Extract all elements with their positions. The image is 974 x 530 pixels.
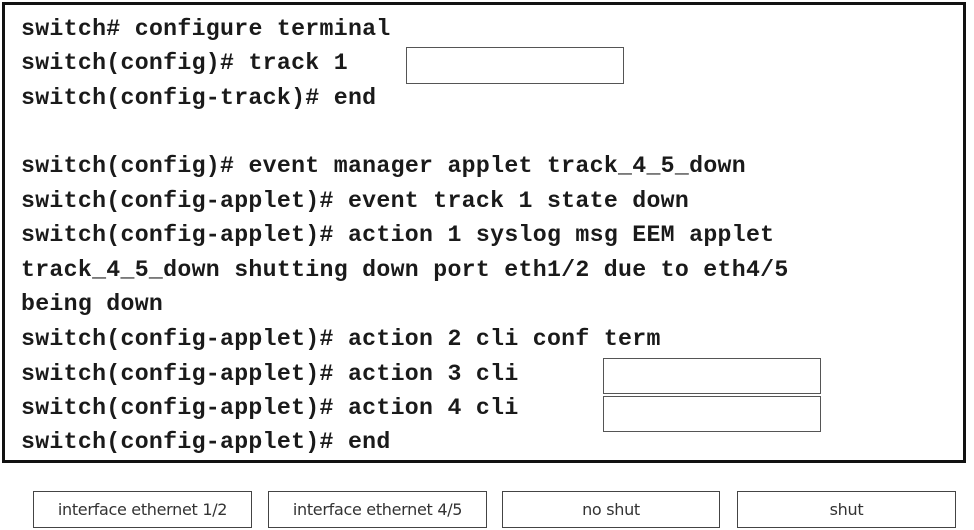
config-line: switch(config-applet)# action 3 cli <box>21 360 519 388</box>
command: being down <box>21 291 164 317</box>
choice-interface-ethernet-1-2[interactable]: interface ethernet 1/2 <box>33 491 252 528</box>
command: event track 1 state down <box>347 188 690 214</box>
config-line: switch(config-applet)# end <box>21 428 391 456</box>
drop-target-track-1[interactable] <box>406 47 624 84</box>
command: action 3 cli <box>347 361 519 387</box>
prompt: switch(config-track)# <box>21 85 320 111</box>
command: action 2 cli conf term <box>347 326 661 352</box>
config-line: switch(config)# track 1 <box>21 49 348 77</box>
config-line: switch(config-applet)# action 1 syslog m… <box>21 221 774 249</box>
command: configure terminal <box>134 16 391 42</box>
prompt: switch(config-applet)# <box>21 188 334 214</box>
command: action 1 syslog msg EEM applet <box>347 222 775 248</box>
command: action 4 cli <box>347 395 519 421</box>
prompt: switch(config-applet)# <box>21 361 334 387</box>
prompt: switch(config)# <box>21 153 235 179</box>
drop-target-action-3[interactable] <box>603 358 821 394</box>
config-line: switch# configure terminal <box>21 15 391 43</box>
config-line: switch(config-applet)# event track 1 sta… <box>21 187 689 215</box>
drop-target-action-4[interactable] <box>603 396 821 432</box>
config-line: switch(config-applet)# action 4 cli <box>21 394 519 422</box>
choice-interface-ethernet-4-5[interactable]: interface ethernet 4/5 <box>268 491 487 528</box>
choice-no-shut[interactable]: no shut <box>502 491 720 528</box>
config-line-continuation: track_4_5_down shutting down port eth1/2… <box>21 256 789 284</box>
prompt: switch(config)# <box>21 50 235 76</box>
choice-shut[interactable]: shut <box>737 491 956 528</box>
config-line: switch(config-track)# end <box>21 84 376 112</box>
prompt: switch# <box>21 16 121 42</box>
config-line-continuation: being down <box>21 290 163 318</box>
command: end <box>333 85 377 111</box>
prompt: switch(config-applet)# <box>21 395 334 421</box>
command: track 1 <box>248 50 348 76</box>
config-line: switch(config-applet)# action 2 cli conf… <box>21 325 661 353</box>
config-panel: switch# configure terminal switch(config… <box>2 2 966 463</box>
command: end <box>347 429 391 455</box>
prompt: switch(config-applet)# <box>21 222 334 248</box>
command: track_4_5_down shutting down port eth1/2… <box>21 257 789 283</box>
prompt: switch(config-applet)# <box>21 429 334 455</box>
prompt: switch(config-applet)# <box>21 326 334 352</box>
command: event manager applet track_4_5_down <box>248 153 746 179</box>
config-line: switch(config)# event manager applet tra… <box>21 152 746 180</box>
